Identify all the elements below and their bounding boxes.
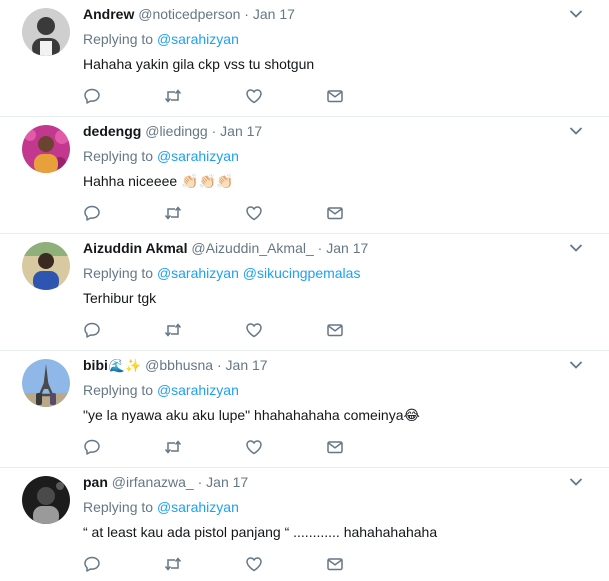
replying-to: Replying to @sarahizyan bbox=[83, 31, 239, 47]
direct-message-icon[interactable] bbox=[326, 87, 344, 105]
replying-to: Replying to @sarahizyan @sikucingpemalas bbox=[83, 265, 360, 281]
mention-link[interactable]: @sarahizyan bbox=[157, 31, 239, 47]
retweet-icon[interactable] bbox=[164, 438, 182, 456]
tweet-reply[interactable]: Aizuddin Akmal @Aizuddin_Akmal_ · Jan 17… bbox=[0, 234, 609, 351]
like-icon[interactable] bbox=[245, 438, 263, 456]
replying-to: Replying to @sarahizyan bbox=[83, 499, 239, 515]
reply-icon[interactable] bbox=[83, 321, 101, 339]
tweet-actions bbox=[83, 555, 353, 573]
tweet-reply[interactable]: Andrew @noticedperson · Jan 17 Replying … bbox=[0, 0, 609, 117]
tweet-date[interactable]: Jan 17 bbox=[226, 357, 268, 373]
tweet-actions bbox=[83, 87, 353, 105]
tweet-text: “ at least kau ada pistol panjang “ ....… bbox=[83, 524, 438, 540]
tweet-header: Andrew @noticedperson · Jan 17 bbox=[83, 6, 295, 22]
tweet-header: pan @irfanazwa_ · Jan 17 bbox=[83, 474, 248, 490]
replying-label: Replying to bbox=[83, 148, 154, 164]
user-handle[interactable]: @bbhusna bbox=[145, 357, 213, 373]
tweet-date[interactable]: Jan 17 bbox=[326, 240, 368, 256]
reply-icon[interactable] bbox=[83, 87, 101, 105]
user-handle[interactable]: @noticedperson bbox=[138, 6, 240, 22]
retweet-icon[interactable] bbox=[164, 87, 182, 105]
avatar[interactable] bbox=[22, 8, 70, 56]
display-name[interactable]: Andrew bbox=[83, 6, 134, 22]
mention-link[interactable]: @sarahizyan bbox=[157, 148, 239, 164]
tweet-text: Terhibur tgk bbox=[83, 290, 157, 306]
avatar[interactable] bbox=[22, 476, 70, 524]
tweet-date[interactable]: Jan 17 bbox=[253, 6, 295, 22]
tweet-date[interactable]: Jan 17 bbox=[220, 123, 262, 139]
name-emoji: 🌊✨ bbox=[108, 358, 142, 373]
tweet-text: Hahha niceeee 👏🏻👏🏻👏🏻 bbox=[83, 173, 234, 189]
tweet-header: bibi🌊✨ @bbhusna · Jan 17 bbox=[83, 357, 268, 374]
retweet-icon[interactable] bbox=[164, 204, 182, 222]
chevron-down-icon[interactable] bbox=[569, 9, 583, 19]
avatar[interactable] bbox=[22, 242, 70, 290]
chevron-down-icon[interactable] bbox=[569, 126, 583, 136]
retweet-icon[interactable] bbox=[164, 555, 182, 573]
retweet-icon[interactable] bbox=[164, 321, 182, 339]
tweet-header: dedengg @liedingg · Jan 17 bbox=[83, 123, 262, 139]
display-name[interactable]: pan bbox=[83, 474, 108, 490]
replying-to: Replying to @sarahizyan bbox=[83, 148, 239, 164]
tweet-reply[interactable]: pan @irfanazwa_ · Jan 17 Replying to @sa… bbox=[0, 468, 609, 581]
tweet-actions bbox=[83, 204, 353, 222]
display-name[interactable]: bibi bbox=[83, 357, 108, 373]
chevron-down-icon[interactable] bbox=[569, 243, 583, 253]
like-icon[interactable] bbox=[245, 204, 263, 222]
like-icon[interactable] bbox=[245, 321, 263, 339]
tweet-reply[interactable]: dedengg @liedingg · Jan 17 Replying to @… bbox=[0, 117, 609, 234]
avatar[interactable] bbox=[22, 359, 70, 407]
separator-dot: · bbox=[244, 6, 249, 22]
user-handle[interactable]: @liedingg bbox=[145, 123, 207, 139]
replying-label: Replying to bbox=[83, 265, 154, 281]
reply-icon[interactable] bbox=[83, 555, 101, 573]
tweet-text: Hahaha yakin gila ckp vss tu shotgun bbox=[83, 56, 315, 72]
tweet-date[interactable]: Jan 17 bbox=[206, 474, 248, 490]
direct-message-icon[interactable] bbox=[326, 555, 344, 573]
tweet-text: "ye la nyawa aku aku lupe" hhahahahaha c… bbox=[83, 407, 420, 423]
separator-dot: · bbox=[197, 474, 203, 490]
like-icon[interactable] bbox=[245, 555, 263, 573]
separator-dot: · bbox=[216, 357, 222, 373]
display-name[interactable]: Aizuddin Akmal bbox=[83, 240, 188, 256]
display-name[interactable]: dedengg bbox=[83, 123, 141, 139]
tweet-actions bbox=[83, 321, 353, 339]
direct-message-icon[interactable] bbox=[326, 204, 344, 222]
mention-link[interactable]: @sarahizyan bbox=[157, 265, 239, 281]
avatar[interactable] bbox=[22, 125, 70, 173]
chevron-down-icon[interactable] bbox=[569, 477, 583, 487]
replying-label: Replying to bbox=[83, 382, 154, 398]
tweet-reply[interactable]: bibi🌊✨ @bbhusna · Jan 17 Replying to @sa… bbox=[0, 351, 609, 468]
separator-dot: · bbox=[317, 240, 323, 256]
replying-label: Replying to bbox=[83, 31, 154, 47]
mention-link[interactable]: @sikucingpemalas bbox=[243, 265, 361, 281]
tweet-header: Aizuddin Akmal @Aizuddin_Akmal_ · Jan 17 bbox=[83, 240, 368, 256]
like-icon[interactable] bbox=[245, 87, 263, 105]
mention-link[interactable]: @sarahizyan bbox=[157, 382, 239, 398]
user-handle[interactable]: @irfanazwa_ bbox=[112, 474, 194, 490]
replying-label: Replying to bbox=[83, 499, 154, 515]
separator-dot: · bbox=[211, 123, 217, 139]
tweet-actions bbox=[83, 438, 353, 456]
direct-message-icon[interactable] bbox=[326, 321, 344, 339]
mention-link[interactable]: @sarahizyan bbox=[157, 499, 239, 515]
reply-icon[interactable] bbox=[83, 204, 101, 222]
chevron-down-icon[interactable] bbox=[569, 360, 583, 370]
reply-icon[interactable] bbox=[83, 438, 101, 456]
direct-message-icon[interactable] bbox=[326, 438, 344, 456]
replies-timeline: Andrew @noticedperson · Jan 17 Replying … bbox=[0, 0, 609, 581]
user-handle[interactable]: @Aizuddin_Akmal_ bbox=[191, 240, 313, 256]
replying-to: Replying to @sarahizyan bbox=[83, 382, 239, 398]
